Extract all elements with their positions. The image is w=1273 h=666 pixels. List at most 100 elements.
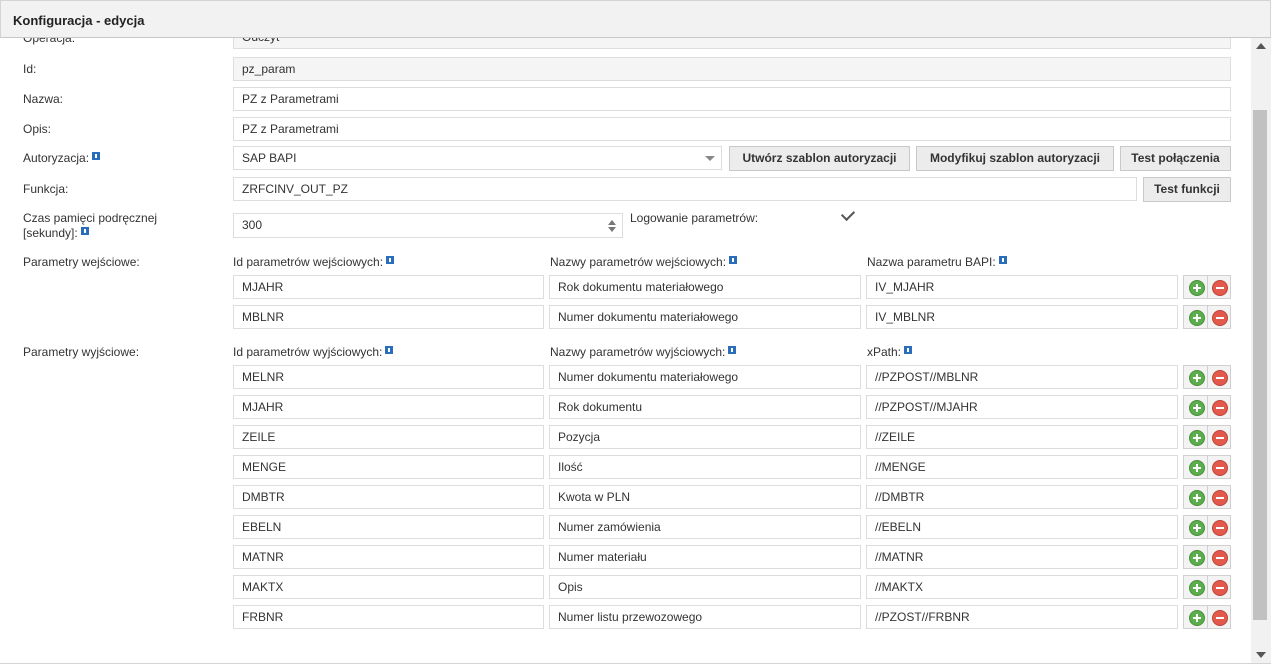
output-xpath-field[interactable]: //DMBTR [866,485,1178,509]
modify-auth-template-button[interactable]: Modyfikuj szablon autoryzacji [916,146,1114,171]
add-row-icon[interactable] [1189,580,1205,596]
output-xpath-field[interactable]: //MATNR [866,545,1178,569]
output-xpath-field[interactable]: //MENGE [866,455,1178,479]
spinner-down-icon[interactable] [608,227,616,232]
info-icon[interactable] [386,256,395,264]
output-xpath-field[interactable]: //ZEILE [866,425,1178,449]
remove-row-icon[interactable] [1212,370,1228,386]
output-id-header-text: Id parametrów wyjściowych: [233,345,383,359]
remove-row-icon[interactable] [1212,550,1228,566]
output-id-field[interactable]: DMBTR [233,485,544,509]
input-bapi-field[interactable]: IV_MJAHR [866,275,1178,299]
output-id-header: Id parametrów wyjściowych: [233,345,394,359]
cache-spinner[interactable]: 300 [233,213,623,238]
operacja-field[interactable]: Odczyt [233,38,1231,49]
divider [1207,576,1208,598]
id-field[interactable]: pz_param [233,57,1231,81]
chevron-down-icon [705,156,715,161]
input-name-header-text: Nazwy parametrów wejściowych: [550,255,727,269]
divider [1207,546,1208,568]
add-row-icon[interactable] [1189,400,1205,416]
output-xpath-header: xPath: [867,345,913,359]
output-xpath-field[interactable]: //PZPOST//MJAHR [866,395,1178,419]
output-name-field[interactable]: Numer zamówienia [549,515,861,539]
remove-row-icon[interactable] [1212,580,1228,596]
output-id-field[interactable]: MATNR [233,545,544,569]
output-name-field[interactable]: Kwota w PLN [549,485,861,509]
remove-row-icon[interactable] [1212,280,1228,296]
output-xpath-field[interactable]: //PZOST//FRBNR [866,605,1178,629]
output-id-field[interactable]: MAKTX [233,575,544,599]
row-actions [1183,605,1231,629]
output-name-field[interactable]: Numer listu przewozowego [549,605,861,629]
nazwa-label: Nazwa: [23,92,64,106]
input-params-label: Parametry wejściowe: [23,255,140,269]
output-id-field[interactable]: ZEILE [233,425,544,449]
input-name-field[interactable]: Numer dokumentu materiałowego [549,305,861,329]
autoryzacja-select[interactable]: SAP BAPI [233,146,722,170]
test-connection-button[interactable]: Test połączenia [1120,146,1231,171]
output-xpath-field[interactable]: //EBELN [866,515,1178,539]
row-actions [1183,485,1231,509]
add-row-icon[interactable] [1189,550,1205,566]
remove-row-icon[interactable] [1212,400,1228,416]
funkcja-input[interactable]: ZRFCINV_OUT_PZ [233,177,1137,201]
autoryzacja-value: SAP BAPI [242,151,297,165]
info-icon[interactable] [92,152,101,160]
remove-row-icon[interactable] [1212,520,1228,536]
scrollbar-thumb[interactable] [1253,110,1267,620]
add-row-icon[interactable] [1189,370,1205,386]
spinner-up-icon[interactable] [608,220,616,225]
add-row-icon[interactable] [1189,610,1205,626]
create-auth-template-button[interactable]: Utwórz szablon autoryzacji [729,146,910,171]
divider [1207,276,1208,298]
remove-row-icon[interactable] [1212,490,1228,506]
test-function-button[interactable]: Test funkcji [1143,177,1231,202]
vertical-scrollbar[interactable] [1251,38,1271,664]
input-id-field[interactable]: MJAHR [233,275,544,299]
output-name-field[interactable]: Pozycja [549,425,861,449]
opis-input[interactable]: PZ z Parametrami [233,117,1231,141]
add-row-icon[interactable] [1189,460,1205,476]
add-row-icon[interactable] [1189,310,1205,326]
output-name-field[interactable]: Numer dokumentu materiałowego [549,365,861,389]
info-icon[interactable] [80,227,89,235]
logowanie-label: Logowanie parametrów: [630,211,759,225]
output-id-field[interactable]: MJAHR [233,395,544,419]
input-id-field[interactable]: MBLNR [233,305,544,329]
input-name-field[interactable]: Rok dokumentu materiałowego [549,275,861,299]
funkcja-label: Funkcja: [23,182,69,196]
nazwa-input[interactable]: PZ z Parametrami [233,87,1231,111]
cache-label-line2-text: [sekundy]: [23,226,78,240]
scroll-down-icon[interactable] [1256,652,1266,658]
output-id-field[interactable]: FRBNR [233,605,544,629]
checkmark-icon[interactable] [840,206,856,222]
output-xpath-field[interactable]: //MAKTX [866,575,1178,599]
remove-row-icon[interactable] [1212,430,1228,446]
remove-row-icon[interactable] [1212,310,1228,326]
info-icon[interactable] [728,346,737,354]
info-icon[interactable] [385,346,394,354]
output-xpath-field[interactable]: //PZPOST//MBLNR [866,365,1178,389]
info-icon[interactable] [998,256,1007,264]
output-id-field[interactable]: MELNR [233,365,544,389]
add-row-icon[interactable] [1189,430,1205,446]
input-bapi-field[interactable]: IV_MBLNR [866,305,1178,329]
divider [0,663,1271,664]
output-name-field[interactable]: Numer materiału [549,545,861,569]
scroll-up-icon[interactable] [1256,43,1266,49]
cache-label-line2: [sekundy]: [23,226,157,241]
output-id-field[interactable]: EBELN [233,515,544,539]
remove-row-icon[interactable] [1212,610,1228,626]
info-icon[interactable] [729,256,738,264]
cache-label: Czas pamięci podręcznej [sekundy]: [23,211,157,241]
output-name-field[interactable]: Ilość [549,455,861,479]
add-row-icon[interactable] [1189,280,1205,296]
output-name-field[interactable]: Rok dokumentu [549,395,861,419]
output-name-field[interactable]: Opis [549,575,861,599]
remove-row-icon[interactable] [1212,460,1228,476]
output-id-field[interactable]: MENGE [233,455,544,479]
info-icon[interactable] [904,346,913,354]
add-row-icon[interactable] [1189,520,1205,536]
add-row-icon[interactable] [1189,490,1205,506]
